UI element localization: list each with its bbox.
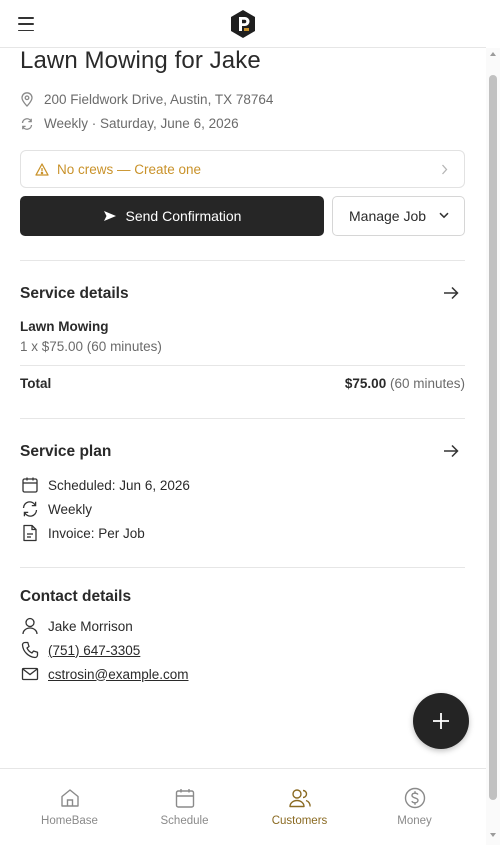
phone-icon [21, 641, 39, 659]
warning-icon [35, 162, 49, 176]
contact-email-link[interactable]: cstrosin@example.com [48, 667, 189, 682]
calendar-icon [22, 477, 38, 493]
manage-job-button[interactable]: Manage Job [332, 196, 465, 236]
calendar-icon [175, 789, 194, 808]
nav-item-customers[interactable]: Customers [242, 769, 357, 845]
total-amount: $75.00 [344, 376, 387, 391]
plan-frequency: Weekly [48, 501, 93, 517]
address-row: 200 Fieldwork Drive, Austin, TX 78764 [20, 92, 273, 107]
send-icon [103, 211, 116, 221]
repeat-icon [22, 501, 38, 517]
nav-item-money[interactable]: Money [357, 769, 472, 845]
mail-icon [21, 667, 39, 681]
contact-phone-link[interactable]: (751) 647-3305 [48, 643, 140, 658]
scroll-up-arrow[interactable] [490, 52, 496, 56]
send-confirmation-button[interactable]: Send Confirmation [20, 196, 324, 236]
invoice-row: Invoice: Per Job [20, 523, 145, 543]
hamburger-icon[interactable] [18, 17, 34, 31]
top-bar [0, 0, 486, 48]
total-duration: (60 minutes) [389, 376, 465, 391]
scheduled-date: Scheduled: Jun 6, 2026 [48, 477, 190, 493]
location-pin-icon [21, 92, 33, 107]
arrow-right-icon[interactable] [443, 286, 459, 300]
document-icon [23, 524, 37, 542]
scroll-down-arrow[interactable] [490, 833, 496, 837]
bottom-nav: HomeBase Schedule Customers Money [0, 768, 486, 845]
nav-item-homebase[interactable]: HomeBase [12, 769, 127, 845]
dollar-icon [404, 787, 425, 809]
contact-email-row: cstrosin@example.com [20, 664, 189, 684]
no-crews-alert[interactable]: No crews — Create one [20, 150, 465, 188]
contact-details-title: Contact details [20, 588, 132, 605]
contact-name: Jake Morrison [48, 618, 133, 634]
job-schedule: Weekly · Saturday, June 6, 2026 [44, 116, 239, 131]
alert-text: No crews — Create one [57, 161, 202, 177]
divider [20, 418, 465, 419]
user-icon [22, 617, 38, 635]
recurrence-row: Weekly · Saturday, June 6, 2026 [20, 116, 239, 131]
chevron-right-icon [442, 164, 448, 175]
total-label: Total [20, 376, 52, 391]
plus-icon [433, 713, 449, 729]
divider [20, 260, 465, 261]
service-item-name: Lawn Mowing [20, 319, 109, 334]
brand-logo-icon[interactable] [229, 9, 257, 39]
chevron-down-icon [439, 212, 449, 219]
scheduled-row: Scheduled: Jun 6, 2026 [20, 475, 190, 495]
plan-invoice: Invoice: Per Job [48, 525, 145, 541]
nav-item-schedule[interactable]: Schedule [127, 769, 242, 845]
job-address: 200 Fieldwork Drive, Austin, TX 78764 [44, 92, 274, 107]
home-icon [60, 789, 79, 807]
service-plan-title: Service plan [20, 443, 112, 460]
users-icon [288, 789, 311, 808]
page-title: Lawn Mowing for Jake [20, 47, 261, 74]
scrollbar-thumb[interactable] [489, 75, 497, 800]
total-value: $75.00 (60 minutes) [345, 376, 465, 391]
divider [20, 567, 465, 568]
service-item-detail: 1 x $75.00 (60 minutes) [20, 339, 162, 354]
contact-name-row: Jake Morrison [20, 616, 133, 636]
frequency-row: Weekly [20, 499, 92, 519]
add-fab-button[interactable] [413, 693, 469, 749]
contact-phone-row: (751) 647-3305 [20, 640, 140, 660]
divider [20, 365, 465, 366]
repeat-icon [21, 117, 33, 130]
arrow-right-icon[interactable] [443, 444, 459, 458]
service-details-title: Service details [20, 285, 129, 302]
